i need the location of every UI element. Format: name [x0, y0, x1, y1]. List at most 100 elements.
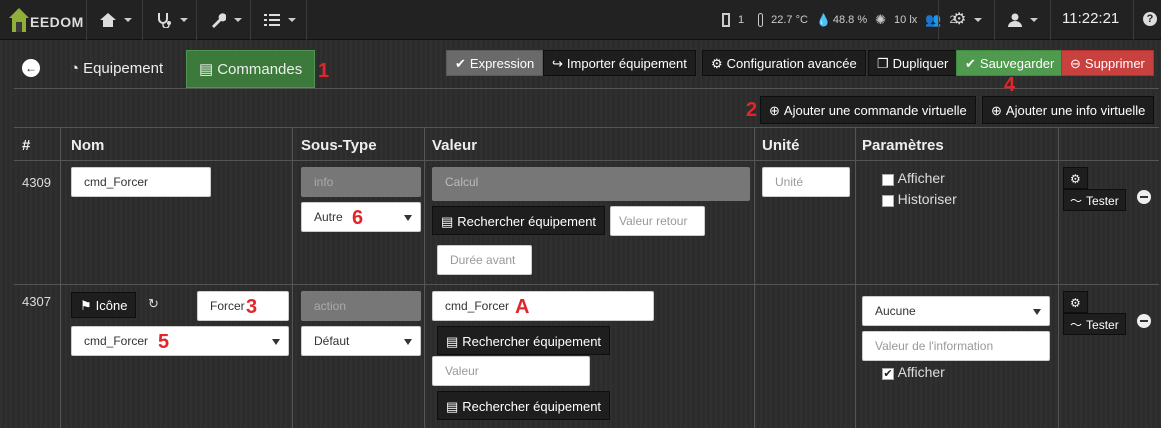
- expression-button[interactable]: ✔ Expression: [446, 50, 544, 76]
- humidity-value: 48.8 %: [832, 14, 868, 26]
- cogs-icon: ⚙: [1070, 296, 1081, 310]
- row2-name-value: Forcer: [210, 299, 245, 313]
- row2-valeur-input[interactable]: Valeur: [432, 356, 590, 386]
- share-icon: ↪: [552, 56, 563, 71]
- row2-search-equipment-button-1[interactable]: ▤ Rechercher équipement: [437, 326, 611, 355]
- row2-display-label: Afficher: [897, 364, 945, 380]
- home-icon: [100, 13, 116, 27]
- tab-commandes-label: Commandes: [217, 61, 303, 78]
- annotation-4: 4: [1004, 74, 1016, 96]
- row1-unit-input[interactable]: Unité: [762, 167, 850, 197]
- tab-equipement-label: Equipement: [83, 60, 164, 77]
- save-label: Sauvegarder: [979, 56, 1055, 71]
- row1-name-input[interactable]: cmd_Forcer: [71, 167, 211, 197]
- row1-test-button[interactable]: 〜 Tester: [1063, 189, 1126, 211]
- add-virtual-info-button[interactable]: ⊕ Ajouter une info virtuelle: [982, 96, 1155, 124]
- thermometer-icon: [758, 13, 764, 27]
- add-virtual-info-label: Ajouter une info virtuelle: [1005, 103, 1146, 118]
- refresh-icon[interactable]: ↻: [148, 296, 159, 312]
- row2-search-equipment-button-2[interactable]: ▤ Rechercher équipement: [437, 391, 611, 420]
- row1-display-option[interactable]: Afficher: [882, 170, 945, 186]
- row1-config-button[interactable]: ⚙: [1063, 167, 1088, 189]
- list-alt-icon: ▤: [441, 214, 454, 229]
- row2-test-button[interactable]: 〜 Tester: [1063, 313, 1126, 335]
- row1-display-checkbox[interactable]: [882, 173, 894, 186]
- jeedom-logo[interactable]: EEDOM: [8, 4, 83, 36]
- row1-id: 4309: [22, 175, 51, 190]
- tools-menu[interactable]: [210, 0, 242, 40]
- header-soustype: Sous-Type: [301, 137, 377, 154]
- config-menu[interactable]: ⚙: [952, 0, 983, 40]
- user-menu[interactable]: [1008, 0, 1038, 40]
- logo-text: EEDOM: [30, 14, 84, 30]
- row1-search-equipment-button[interactable]: ▤ Rechercher équipement: [432, 206, 606, 235]
- row2-subtype-select[interactable]: Défaut: [301, 326, 421, 356]
- row2-config-button[interactable]: ⚙: [1063, 291, 1088, 313]
- user-icon: [1008, 13, 1022, 27]
- row1-subtype-select[interactable]: Autre 6: [301, 202, 421, 232]
- table-header-border: [14, 160, 1159, 161]
- row2-test-label: Tester: [1086, 318, 1119, 332]
- row1-delay-input[interactable]: Durée avant: [437, 245, 532, 275]
- help-icon[interactable]: ?: [1143, 12, 1157, 26]
- sun-icon: ✺: [875, 12, 887, 27]
- row2-info-select[interactable]: Aucune: [862, 296, 1050, 326]
- row1-history-checkbox[interactable]: [882, 194, 894, 207]
- minus-circle-icon: ⊖: [1070, 56, 1081, 71]
- row1-type-input: info: [301, 167, 421, 197]
- tasks-menu[interactable]: [264, 0, 296, 40]
- row1-remove-icon[interactable]: [1137, 190, 1151, 204]
- tab-commandes[interactable]: ▤ Commandes: [186, 50, 316, 88]
- add-virtual-command-button[interactable]: ⊕ Ajouter une commande virtuelle: [760, 96, 976, 124]
- cogs-icon: ⚙: [711, 56, 723, 71]
- row1-calcul-textarea[interactable]: Calcul: [432, 167, 750, 201]
- row2-value-text: cmd_Forcer: [445, 299, 510, 313]
- header-unite: Unité: [762, 137, 800, 154]
- row2-search-label-2: Rechercher équipement: [462, 399, 602, 414]
- annotation-5: 5: [158, 331, 170, 353]
- row2-info-value-input[interactable]: Valeur de l'information: [862, 331, 1050, 361]
- row2-remove-icon[interactable]: [1137, 314, 1151, 328]
- row2-search-label-1: Rechercher équipement: [462, 334, 602, 349]
- row2-display-option[interactable]: Afficher: [882, 364, 945, 380]
- tab-equipement[interactable]: ◔ Equipement: [58, 50, 175, 88]
- row2-type-input: action: [301, 291, 421, 321]
- row2-icon-button[interactable]: ⚑ Icône: [71, 292, 137, 318]
- save-button[interactable]: ✔ Sauvegarder: [956, 50, 1064, 76]
- health-menu[interactable]: [156, 0, 188, 40]
- row2-value-input[interactable]: cmd_Forcer A: [432, 291, 654, 321]
- duplicate-button[interactable]: ❐ Dupliquer: [868, 50, 958, 76]
- cogs-icon: ⚙: [1070, 172, 1081, 186]
- annotation-6: 6: [352, 207, 364, 229]
- wrench-icon: [212, 13, 226, 28]
- advanced-config-button[interactable]: ⚙ Configuration avancée: [702, 50, 866, 76]
- door-count: 1: [738, 14, 745, 26]
- row2-info-select-value: Aucune: [875, 304, 916, 318]
- row1-display-label: Afficher: [897, 170, 945, 186]
- navbar: EEDOM 1 22.7 °C 💧 48.8 % ✺ 10 lx 👥 2 ⚙ 1…: [0, 0, 1161, 40]
- row2-subtype-value: Défaut: [314, 334, 350, 348]
- header-id: #: [22, 137, 31, 154]
- copy-icon: ❐: [877, 56, 889, 71]
- import-button[interactable]: ↪ Importer équipement: [543, 50, 696, 76]
- delete-button[interactable]: ⊖ Supprimer: [1061, 50, 1154, 76]
- row2-name-input[interactable]: Forcer 3: [197, 291, 289, 321]
- row2-id: 4307: [22, 294, 51, 309]
- row2-linked-command-select[interactable]: cmd_Forcer 5: [71, 326, 289, 356]
- back-arrow-icon[interactable]: ←: [22, 59, 40, 77]
- tabs-divider: [14, 88, 1159, 89]
- header-valeur: Valeur: [432, 137, 478, 154]
- door-icon: [722, 13, 730, 27]
- list-alt-icon: ▤: [446, 334, 459, 349]
- home-menu[interactable]: [100, 0, 132, 40]
- row2-display-checkbox[interactable]: [882, 367, 894, 380]
- row1-test-label: Tester: [1086, 194, 1119, 208]
- row1-return-value-input[interactable]: Valeur retour: [610, 206, 705, 236]
- row1-history-option[interactable]: Historiser: [882, 191, 957, 207]
- cogs-icon: ⚙: [952, 11, 967, 28]
- row1-history-label: Historiser: [897, 191, 957, 207]
- import-label: Importer équipement: [566, 56, 687, 71]
- header-nom: Nom: [71, 137, 105, 154]
- delete-label: Supprimer: [1084, 56, 1145, 71]
- water-drop-icon: 💧: [815, 13, 831, 27]
